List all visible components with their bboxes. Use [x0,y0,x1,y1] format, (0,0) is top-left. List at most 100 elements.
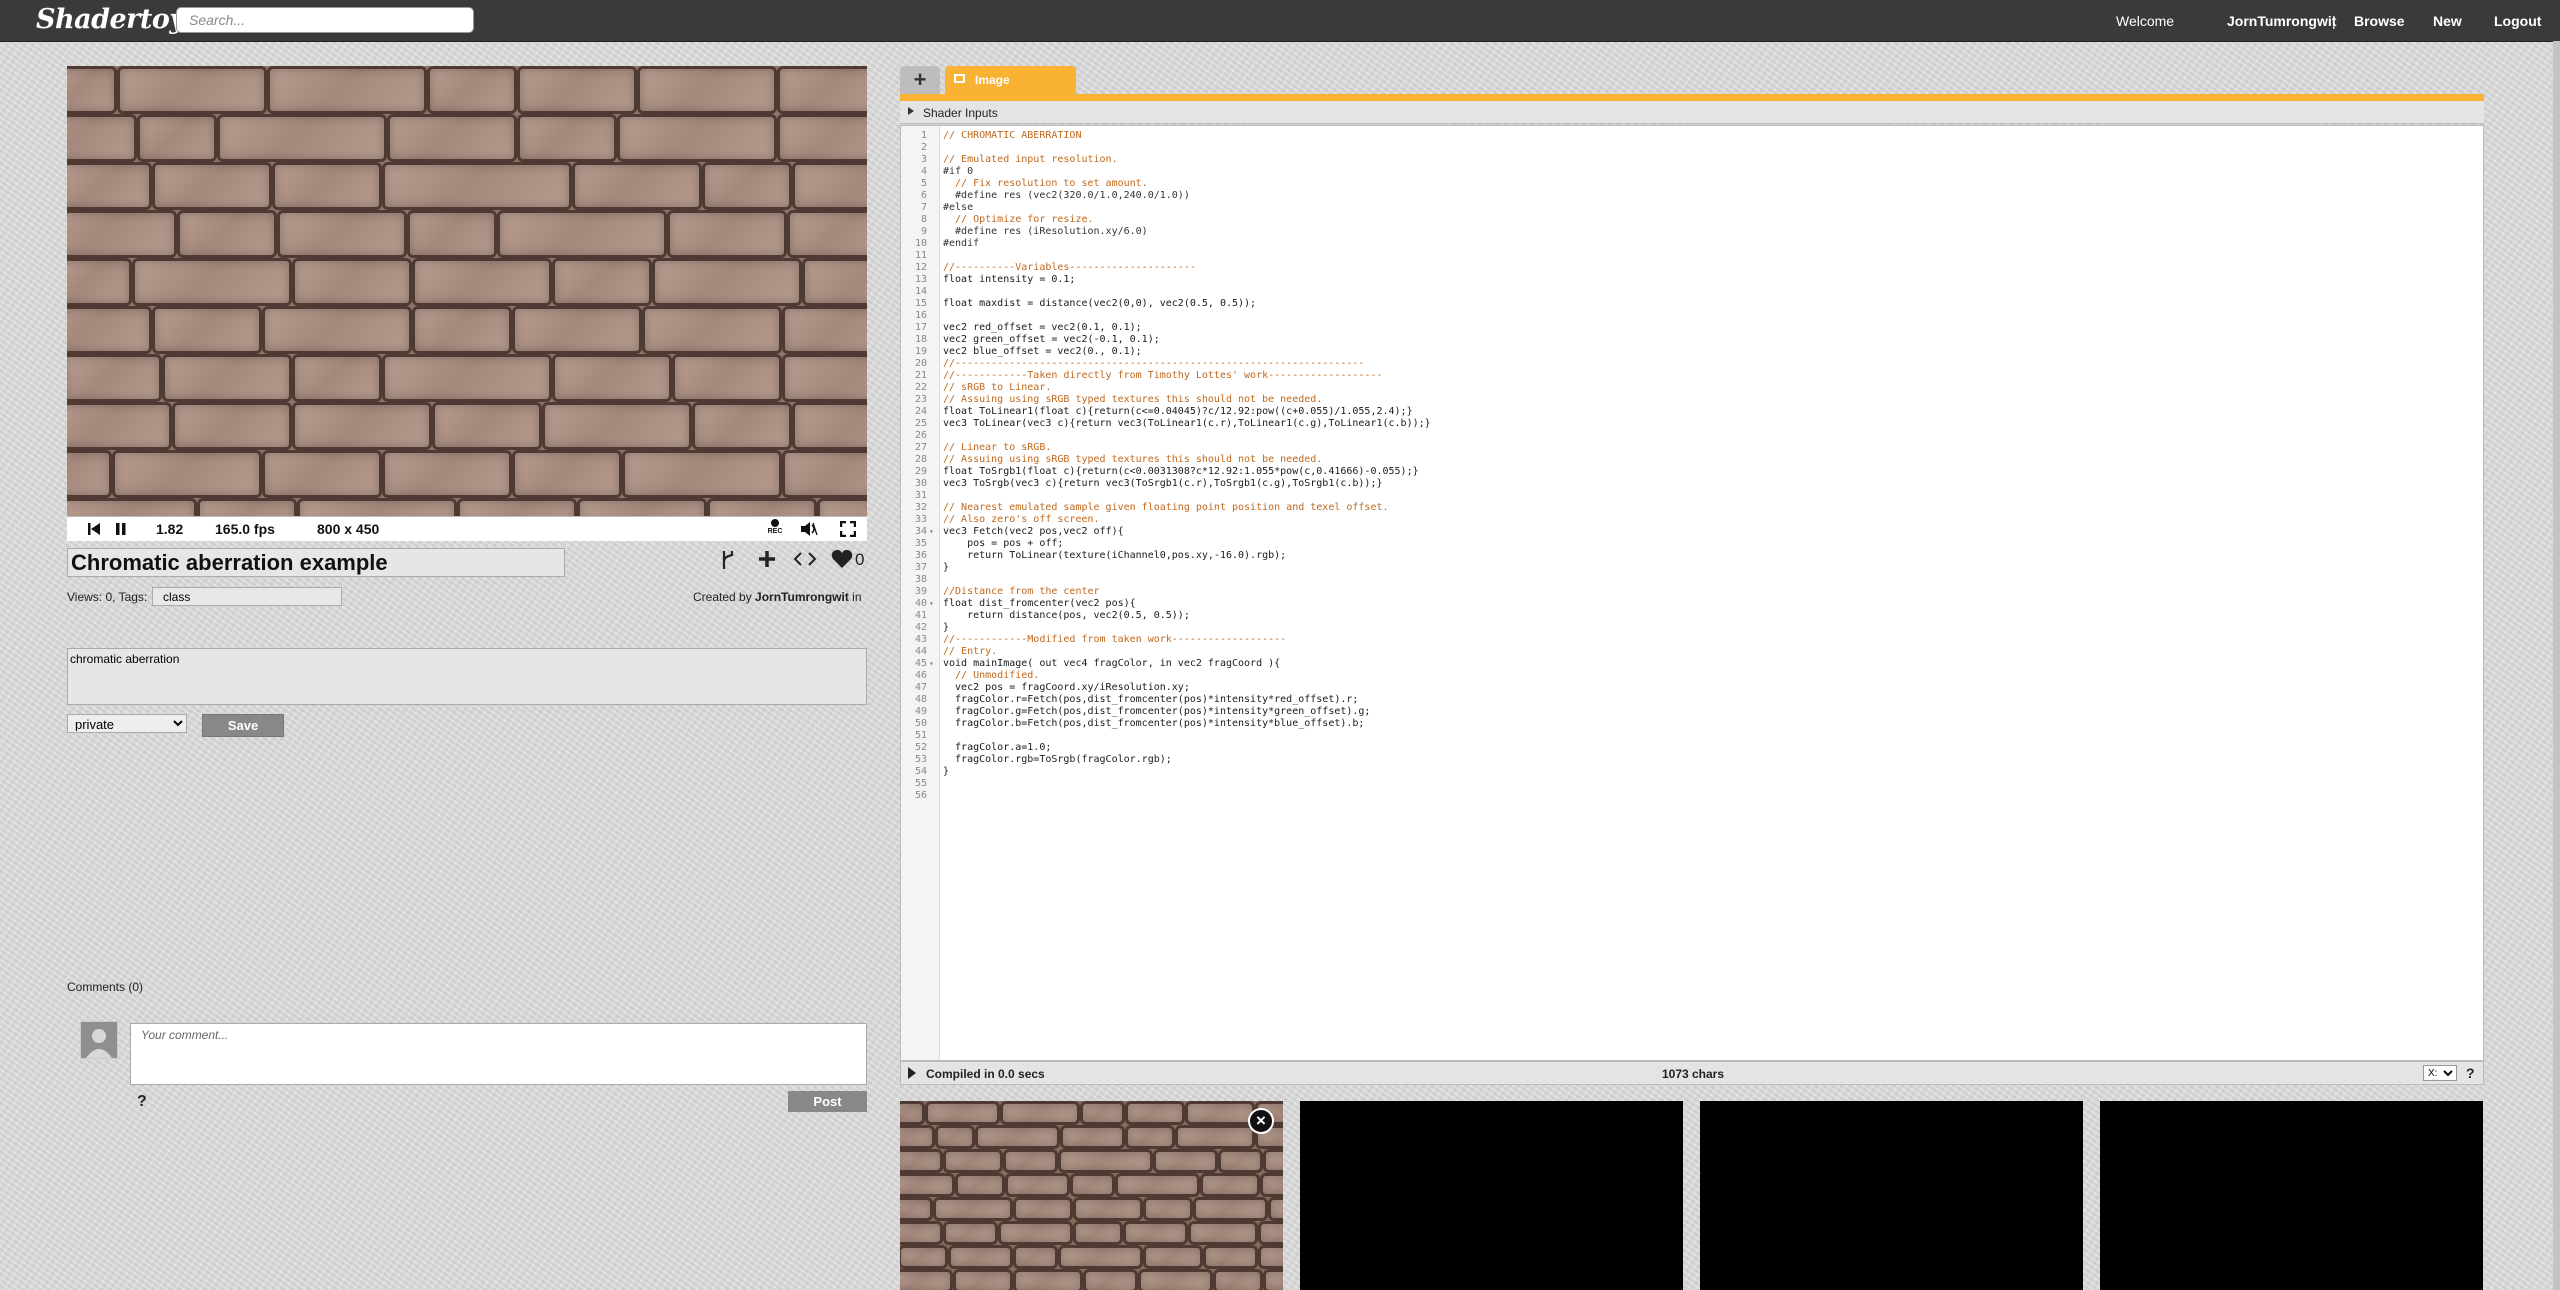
code-editor[interactable]: 1 // CHROMATIC ABERRATION 2 3 // Emulated in… [900,125,2484,1061]
code-line[interactable]: 8 // Optimize for resize. [901,214,2401,226]
code-line[interactable]: 15 float maxdist = distance(vec2(0,0), ve… [901,298,2401,310]
fold-arrow-icon[interactable]: ▾ [929,526,934,538]
code-line[interactable]: 50 fragColor.b=Fetch(pos,dist_fromcenter… [901,718,2401,730]
fork-icon[interactable] [720,549,736,571]
tags-input[interactable] [152,587,342,606]
code-line[interactable]: 22 // sRGB to Linear. [901,382,2401,394]
code-line[interactable]: 47 vec2 pos = fragCoord.xy/iResolution.x… [901,682,2401,694]
code-line[interactable]: 38 [901,574,2401,586]
volume-icon[interactable] [799,521,819,537]
code-line[interactable]: 55 [901,778,2401,790]
code-line[interactable]: 43 //------------Modified from taken work… [901,634,2401,646]
shadertoy-logo[interactable]: Shadertoy [36,4,185,35]
code-line[interactable]: 24 float ToLinear1(float c){return(c<=0.0… [901,406,2401,418]
add-tab-button[interactable]: + [900,66,940,94]
tab-image[interactable]: Image [945,66,1076,94]
pause-icon[interactable] [115,522,127,536]
code-line[interactable]: 7 #else [901,202,2401,214]
code-line[interactable]: 51 [901,730,2401,742]
stone-block [952,1269,1013,1290]
code-line[interactable]: 4 #if 0 [901,166,2401,178]
code-line[interactable]: 33 // Also zero's off screen. [901,514,2401,526]
code-line[interactable]: 37} [901,562,2401,574]
code-line[interactable]: 35 pos = pos + off; [901,538,2401,550]
code-line[interactable]: 28 // Assuing using sRGB typed textures t… [901,454,2401,466]
compile-play-icon[interactable] [908,1067,916,1079]
ichannel0-texture[interactable] [900,1101,1283,1290]
add-icon[interactable] [757,549,777,569]
code-line[interactable]: 3 // Emulated input resolution. [901,154,2401,166]
code-line[interactable]: 48 fragColor.r=Fetch(pos,dist_fromcenter… [901,694,2401,706]
post-button[interactable]: Post [788,1091,867,1112]
code-line[interactable]: 53 fragColor.rgb=ToSrgb(fragColor.rgb); [901,754,2401,766]
code-line[interactable]: 56 [901,790,2401,802]
code-line[interactable]: 17 vec2 red_offset = vec2(0.1, 0.1); [901,322,2401,334]
description-textarea[interactable]: chromatic aberration [67,648,867,705]
page-scrollbar[interactable] [2553,41,2560,1290]
code-line[interactable]: 10 #endif [901,238,2401,250]
code-line[interactable]: 25 vec3 ToLinear(vec3 c){return vec3(ToLi… [901,418,2401,430]
code-line[interactable]: 36 return ToLinear(texture(iChannel0,pos… [901,550,2401,562]
code-line[interactable]: 2 [901,142,2401,154]
search-input[interactable] [176,7,474,33]
fullscreen-icon[interactable] [840,521,856,537]
username-link[interactable]: JornTumrongwit [2227,13,2336,29]
code-line[interactable]: 9 #define res (iResolution.xy/6.0) [901,226,2401,238]
record-button[interactable]: REC [764,518,786,536]
fold-arrow-icon[interactable]: ▾ [929,598,934,610]
expand-triangle-icon [908,107,914,115]
code-line[interactable]: 40 ▾ float dist_fromcenter(vec2 pos){ [901,598,2401,610]
code-line[interactable]: 39 //Distance from the center [901,586,2401,598]
code-line[interactable]: 54} [901,766,2401,778]
heart-icon[interactable] [831,549,853,569]
new-link[interactable]: New [2433,13,2462,29]
code-line[interactable]: 26 [901,430,2401,442]
code-line[interactable]: 1 // CHROMATIC ABERRATION [901,130,2401,142]
code-line[interactable]: 34 ▾ vec3 Fetch(vec2 pos,vec2 off){ [901,526,2401,538]
code-line[interactable]: 11 [901,250,2401,262]
logout-link[interactable]: Logout [2494,13,2541,29]
code-line[interactable]: 5 // Fix resolution to set amount. [901,178,2401,190]
code-line[interactable]: 27 // Linear to sRGB. [901,442,2401,454]
ichannel1-empty[interactable] [1300,1101,1683,1290]
privacy-select[interactable]: private [67,714,187,733]
code-line[interactable]: 20 //------------------------------------… [901,358,2401,370]
code-line[interactable]: 44 // Entry. [901,646,2401,658]
fold-arrow-icon[interactable]: ▾ [929,658,934,670]
line-number: 50 [914,718,927,729]
browse-link[interactable]: Browse [2354,13,2405,29]
shader-title-input[interactable] [67,548,565,577]
code-line[interactable]: 41 return distance(pos, vec2(0.5, 0.5)); [901,610,2401,622]
shader-canvas[interactable] [67,66,867,516]
code-line[interactable]: 45 ▾ void mainImage( out vec4 fragColor, i… [901,658,2401,670]
save-button[interactable]: Save [202,714,284,737]
code-line[interactable]: 21 //------------Taken directly from Timo… [901,370,2401,382]
code-line[interactable]: 32 // Nearest emulated sample given float… [901,502,2401,514]
embed-code-icon[interactable] [793,550,817,568]
rewind-icon[interactable] [87,522,101,536]
code-line[interactable]: 18 vec2 green_offset = vec2(-0.1, 0.1); [901,334,2401,346]
editor-help[interactable]: ? [2466,1065,2475,1081]
ichannel2-empty[interactable] [1700,1101,2083,1290]
author-link[interactable]: JornTumrongwit [755,590,849,604]
code-line[interactable]: 42} [901,622,2401,634]
font-size-select[interactable]: X: [2423,1065,2457,1081]
code-line[interactable]: 52 fragColor.a=1.0; [901,742,2401,754]
close-channel-button[interactable]: × [1248,1108,1274,1134]
comment-textarea[interactable] [130,1023,867,1085]
code-line[interactable]: 30 vec3 ToSrgb(vec3 c){return vec3(ToSrgb… [901,478,2401,490]
code-line[interactable]: 29 float ToSrgb1(float c){return(c<0.0031… [901,466,2401,478]
code-line[interactable]: 16 [901,310,2401,322]
shader-inputs-toggle[interactable]: Shader Inputs [900,101,2484,124]
code-line[interactable]: 19 vec2 blue_offset = vec2(0., 0.1); [901,346,2401,358]
code-line[interactable]: 23 // Assuing using sRGB typed textures t… [901,394,2401,406]
code-line[interactable]: 13 float intensity = 0.1; [901,274,2401,286]
ichannel3-empty[interactable] [2100,1101,2483,1290]
code-line[interactable]: 49 fragColor.g=Fetch(pos,dist_fromcenter… [901,706,2401,718]
comment-help[interactable]: ? [137,1093,147,1111]
code-line[interactable]: 12 //----------Variables-----------------… [901,262,2401,274]
code-line[interactable]: 31 [901,490,2401,502]
code-line[interactable]: 46 // Unmodified. [901,670,2401,682]
code-line[interactable]: 6 #define res (vec2(320.0/1.0,240.0/1.0)… [901,190,2401,202]
code-line[interactable]: 14 [901,286,2401,298]
